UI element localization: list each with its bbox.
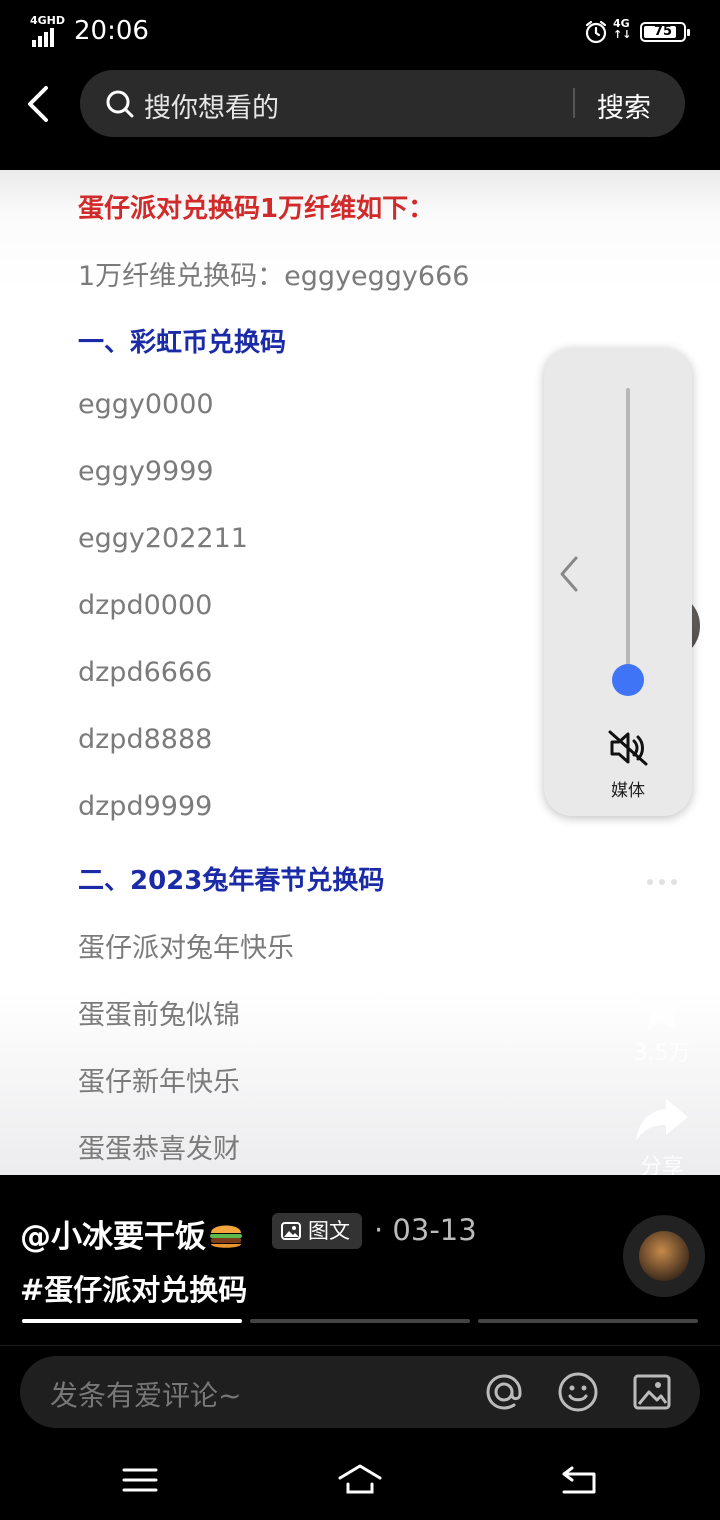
chevron-left-icon[interactable] bbox=[18, 82, 58, 126]
list-item: 蛋仔新年快乐 bbox=[78, 1067, 240, 1098]
list-item: 蛋蛋恭喜发财 bbox=[78, 1134, 240, 1165]
chevron-left-icon[interactable] bbox=[556, 554, 582, 594]
list-item: eggy9999 bbox=[78, 456, 214, 487]
hashtag-link[interactable]: #蛋仔派对兑换码 bbox=[20, 1267, 247, 1309]
signal-icon: 4GHD bbox=[30, 14, 66, 47]
comment-button[interactable]: 4300 bbox=[622, 860, 702, 939]
section1-title: 一、彩虹币兑换码 bbox=[78, 328, 287, 358]
alarm-icon bbox=[585, 20, 607, 44]
author-label: @小冰要干饭 bbox=[20, 1219, 206, 1255]
home-icon[interactable] bbox=[336, 1460, 384, 1500]
comment-count: 4300 bbox=[634, 914, 690, 939]
music-disc[interactable] bbox=[623, 1215, 705, 1297]
back-icon[interactable] bbox=[556, 1460, 604, 1500]
share-icon bbox=[636, 1099, 688, 1141]
mute-icon[interactable] bbox=[606, 728, 650, 768]
post-caption: @小冰要干饭 图文 · 03-13 #蛋仔派对兑换码 bbox=[0, 1175, 720, 1345]
image-text-icon bbox=[281, 1222, 301, 1240]
burger-icon bbox=[210, 1225, 242, 1248]
comment-bar: 发条有爱评论~ bbox=[0, 1345, 720, 1440]
search-input[interactable]: 搜你想看的 搜索 bbox=[80, 70, 685, 137]
at-icon[interactable] bbox=[482, 1370, 526, 1414]
comment-placeholder: 发条有爱评论~ bbox=[50, 1379, 242, 1412]
comment-icon bbox=[635, 862, 689, 902]
image-icon[interactable] bbox=[630, 1370, 674, 1414]
share-button[interactable]: 分享 bbox=[622, 1095, 702, 1181]
page-indicator-active bbox=[22, 1319, 242, 1323]
battery-level: 75 bbox=[653, 24, 673, 39]
list-item: dzpd0000 bbox=[78, 590, 213, 621]
menu-icon[interactable] bbox=[116, 1460, 164, 1500]
search-header: 搜你想看的 搜索 bbox=[0, 64, 720, 170]
emoji-icon[interactable] bbox=[556, 1370, 600, 1414]
favorite-count: 3.5万 bbox=[633, 1041, 691, 1066]
post-type-badge: 图文 bbox=[272, 1213, 362, 1249]
search-icon bbox=[106, 90, 134, 118]
volume-panel: 媒体 bbox=[544, 348, 692, 816]
volume-slider[interactable] bbox=[626, 388, 630, 678]
page-indicator bbox=[478, 1319, 698, 1323]
battery-icon: 75 bbox=[640, 22, 690, 42]
page-indicator bbox=[250, 1319, 470, 1323]
clock: 20:06 bbox=[74, 16, 149, 46]
comment-input[interactable]: 发条有爱评论~ bbox=[20, 1356, 700, 1428]
music-avatar bbox=[639, 1231, 689, 1281]
list-item: 蛋仔派对兔年快乐 bbox=[78, 933, 294, 964]
search-button[interactable]: 搜索 bbox=[597, 86, 651, 125]
divider bbox=[573, 88, 575, 118]
author-name[interactable]: @小冰要干饭 bbox=[20, 1211, 244, 1256]
data-indicator: 4G ↑↓ bbox=[613, 17, 632, 41]
status-bar: 4GHD 20:06 4G ↑↓ 75 bbox=[0, 0, 720, 64]
list-item: dzpd9999 bbox=[78, 791, 213, 822]
favorite-button[interactable]: 3.5万 bbox=[622, 985, 702, 1067]
volume-slider-handle[interactable] bbox=[612, 664, 644, 696]
section2-title: 二、2023兔年春节兑换码 bbox=[78, 866, 385, 896]
network-type: 4GHD bbox=[30, 14, 66, 27]
system-nav-bar bbox=[0, 1440, 720, 1520]
list-item: 蛋蛋前兔似锦 bbox=[78, 1000, 240, 1031]
article-heading: 蛋仔派对兑换码1万纤维如下： bbox=[78, 194, 435, 224]
search-placeholder: 搜你想看的 bbox=[144, 93, 279, 124]
list-item: eggy0000 bbox=[78, 389, 214, 420]
list-item: dzpd8888 bbox=[78, 724, 213, 755]
volume-label: 媒体 bbox=[611, 781, 645, 801]
fiber-code: 1万纤维兑换码：eggyeggy666 bbox=[78, 261, 470, 292]
list-item: eggy202211 bbox=[78, 523, 248, 554]
star-icon bbox=[639, 987, 685, 1029]
post-type-label: 图文 bbox=[308, 1219, 350, 1243]
list-item: dzpd6666 bbox=[78, 657, 213, 688]
post-date: · 03-13 bbox=[374, 1213, 477, 1247]
